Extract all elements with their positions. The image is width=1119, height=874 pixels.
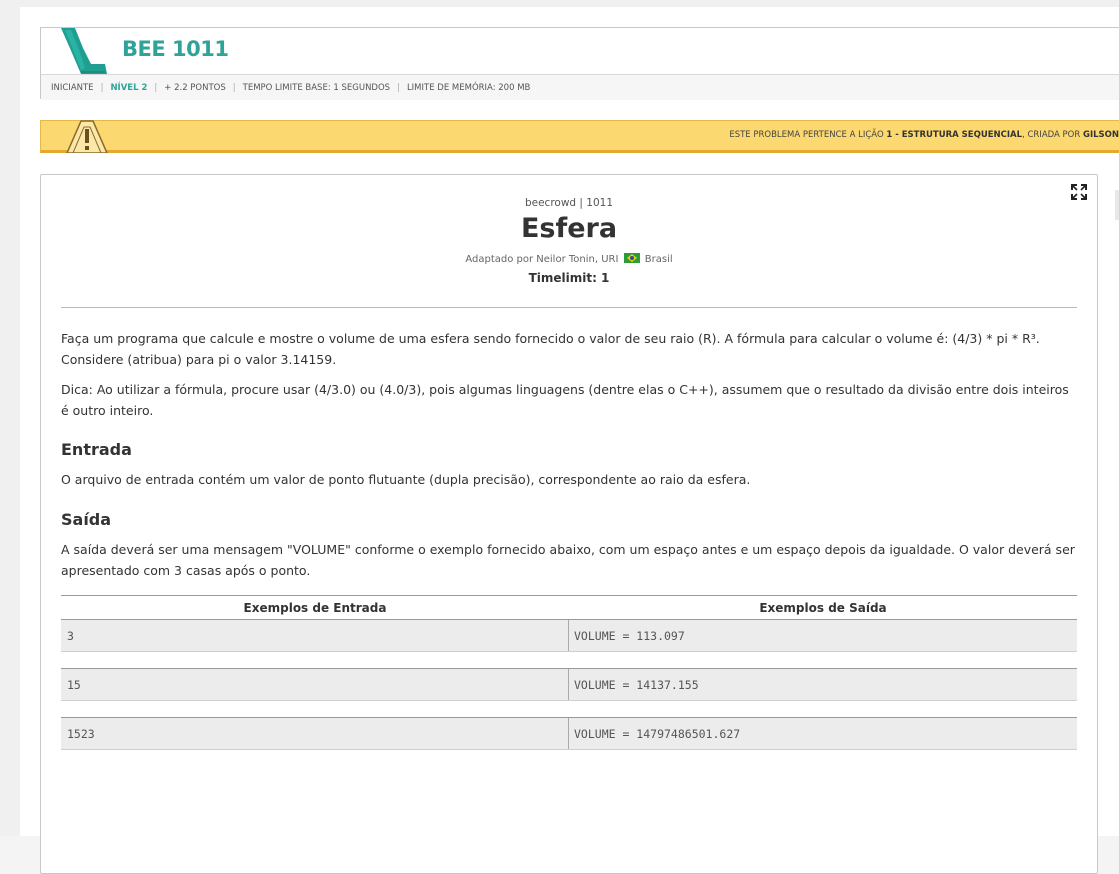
problem-header: BEE 1011 INICIANTE | NÍVEL 2 | + 2.2 PON… — [40, 27, 1119, 100]
meta-separator: | — [232, 82, 236, 93]
lesson-banner: ESTE PROBLEMA PERTENCE A LIÇÃO 1 - ESTRU… — [40, 120, 1119, 153]
banner-prefix: ESTE PROBLEMA PERTENCE A LIÇÃO — [729, 130, 884, 140]
problem-meta-bar: INICIANTE | NÍVEL 2 | + 2.2 PONTOS | TEM… — [41, 74, 1119, 100]
problem-panel: beecrowd | 1011 Esfera Adaptado por Neil… — [40, 174, 1098, 874]
problem-description: Faça um programa que calcule e mostre o … — [61, 331, 1040, 367]
meta-memory-limit: LIMITE DE MEMÓRIA: 200 MB — [406, 82, 531, 93]
problem-timelimit: Timelimit: 1 — [528, 271, 610, 285]
output-heading: Saída — [61, 510, 112, 529]
examples-output-header: Exemplos de Saída — [759, 600, 887, 615]
problem-hint: Dica: Ao utilizar a fórmula, procure usa… — [61, 382, 1069, 418]
lesson-banner-text: ESTE PROBLEMA PERTENCE A LIÇÃO 1 - ESTRU… — [729, 130, 1119, 140]
problem-source: beecrowd | 1011 — [524, 197, 614, 209]
meta-separator: | — [397, 82, 400, 93]
left-margin — [0, 0, 20, 836]
adapted-by-text: Adaptado por Neilor Tonin, URI — [465, 254, 619, 265]
problem-author: Adaptado por Neilor Tonin, URI Brasil — [41, 253, 1097, 265]
examples-input-header: Exemplos de Entrada — [243, 600, 387, 615]
example-output[interactable]: VOLUME = 113.097 — [569, 620, 1077, 651]
example-input[interactable]: 1523 — [61, 718, 569, 749]
example-output[interactable]: VOLUME = 14137.155 — [569, 669, 1077, 700]
input-heading: Entrada — [61, 440, 132, 459]
meta-separator: | — [154, 82, 158, 93]
banner-author-link[interactable]: GILSON — [1083, 130, 1119, 140]
input-description: O arquivo de entrada contém um valor de … — [61, 472, 751, 487]
meta-level: NÍVEL 2 — [110, 82, 148, 93]
examples-header-row: Exemplos de Entrada Exemplos de Saída — [61, 596, 1077, 619]
problem-code: BEE 1011 — [122, 37, 229, 61]
meta-time-limit: TEMPO LIMITE BASE: 1 SEGUNDOS — [242, 82, 391, 93]
logo-mark — [61, 28, 107, 74]
example-row: 1523 VOLUME = 14797486501.627 — [61, 717, 1077, 750]
author-country: Brasil — [644, 254, 673, 265]
output-description: A saída deverá ser uma mensagem "VOLUME"… — [61, 542, 1075, 578]
meta-points: + 2.2 PONTOS — [164, 82, 226, 93]
meta-category: INICIANTE — [51, 82, 94, 93]
example-output[interactable]: VOLUME = 14797486501.627 — [569, 718, 1077, 749]
examples-table: Exemplos de Entrada Exemplos de Saída 3 … — [61, 595, 1077, 766]
brazil-flag-icon — [623, 253, 640, 263]
example-row: 15 VOLUME = 14137.155 — [61, 668, 1077, 701]
divider — [61, 307, 1077, 308]
problem-title: Esfera — [520, 213, 618, 244]
example-row: 3 VOLUME = 113.097 — [61, 619, 1077, 652]
banner-lesson-link[interactable]: 1 - ESTRUTURA SEQUENCIAL — [886, 130, 1022, 140]
warning-sign-icon — [66, 120, 108, 153]
meta-separator: | — [100, 82, 104, 93]
scroll-edge — [1115, 190, 1119, 220]
example-input[interactable]: 15 — [61, 669, 569, 700]
banner-middle: , CRIADA POR — [1022, 130, 1081, 140]
example-input[interactable]: 3 — [61, 620, 569, 651]
